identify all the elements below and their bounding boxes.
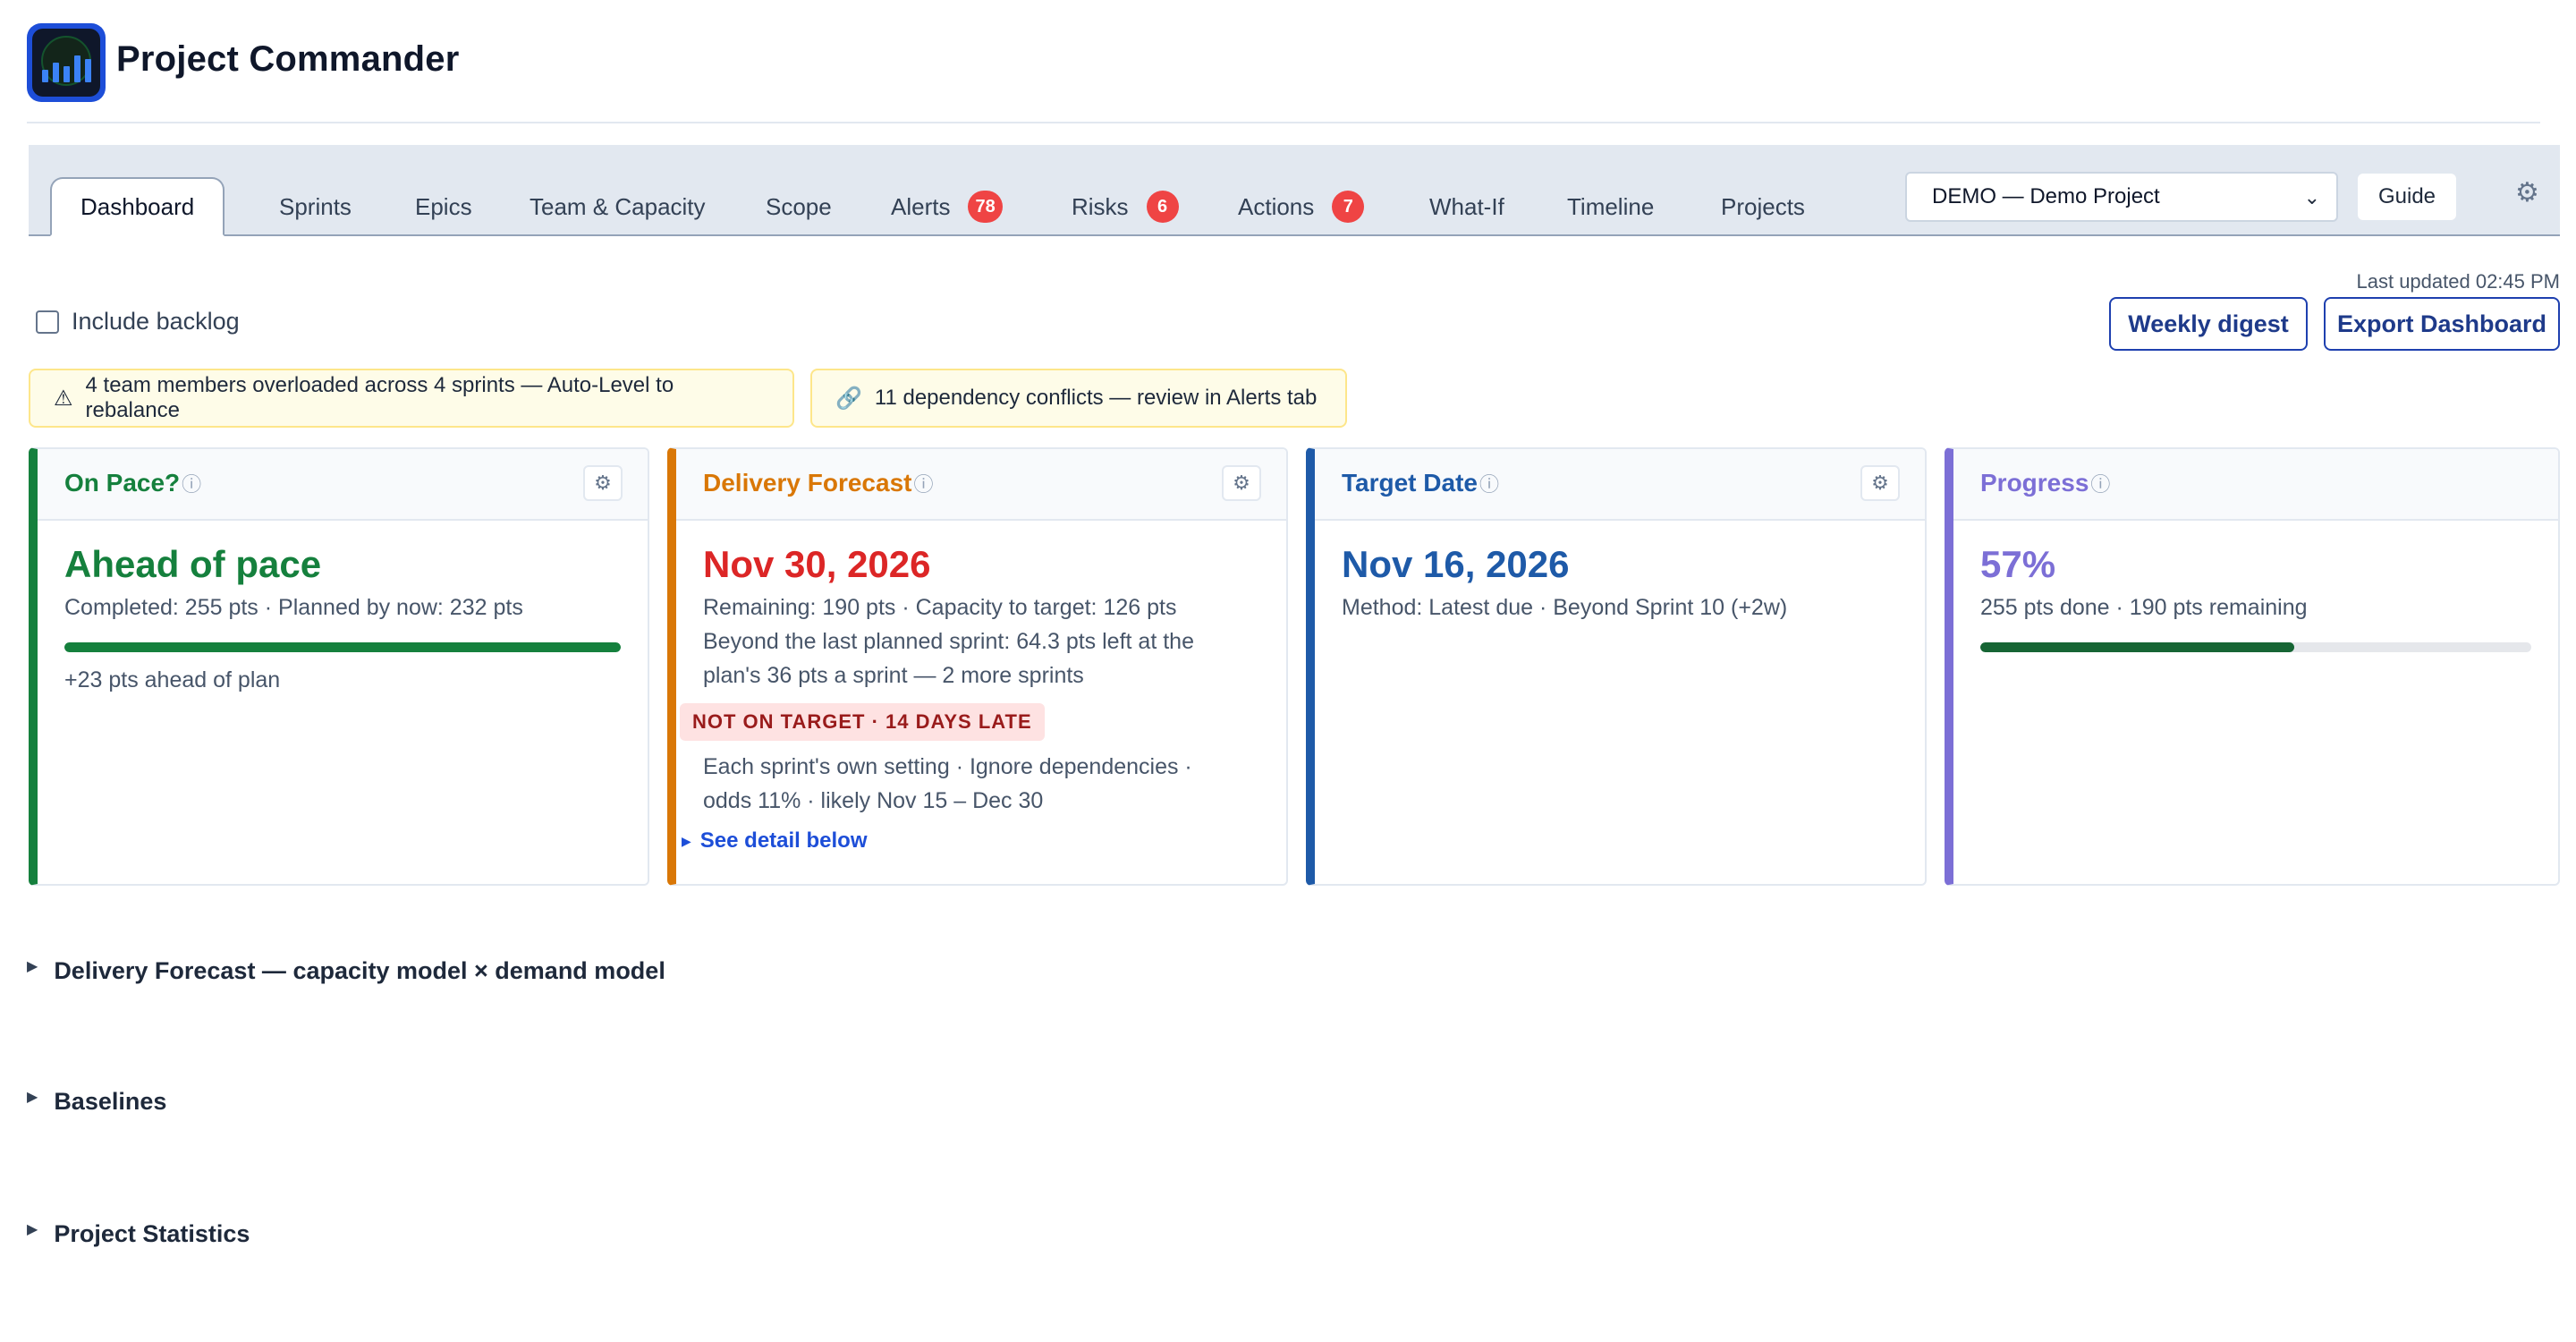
- card-settings-gear-icon[interactable]: ⚙: [1860, 465, 1900, 501]
- link-icon: 🔗: [835, 386, 862, 411]
- tab-projects[interactable]: Projects: [1719, 177, 1807, 236]
- expand-triangle-icon: ▶: [682, 833, 691, 848]
- actions-count-badge: 7: [1332, 191, 1365, 223]
- risks-count-badge: 6: [1146, 191, 1179, 223]
- banner-text: 4 team members overloaded across 4 sprin…: [85, 373, 674, 422]
- card-title: Target Dateⓘ: [1342, 469, 1499, 497]
- banner-text: 11 dependency conflicts — review in Aler…: [874, 386, 1318, 410]
- tab-scope[interactable]: Scope: [764, 177, 834, 236]
- forecast-detail-line: plan's 36 pts a sprint — 2 more sprints: [703, 663, 1084, 688]
- tab-label: Risks: [1072, 192, 1129, 220]
- tab-label: What-If: [1429, 192, 1504, 220]
- pace-progress-fill: [64, 642, 621, 652]
- target-date: Nov 16, 2026: [1342, 543, 1570, 585]
- forecast-settings-line: odds 11% · likely Nov 15 – Dec 30: [703, 788, 1044, 813]
- expand-triangle-icon: ▶: [27, 1089, 38, 1105]
- app-header: Project Commander: [27, 21, 2540, 123]
- app-title: Project Commander: [116, 39, 460, 79]
- tab-actions[interactable]: Actions 7: [1236, 177, 1366, 236]
- progress-card: Progressⓘ 57% 255 pts done · 190 pts rem…: [1945, 447, 2560, 886]
- chevron-down-icon: ⌄: [2303, 186, 2320, 208]
- pace-note: +23 pts ahead of plan: [64, 667, 281, 692]
- pace-summary: Completed: 255 pts · Planned by now: 232…: [64, 595, 523, 620]
- delivery-forecast-card: Delivery Forecastⓘ ⚙ Nov 30, 2026 Remain…: [667, 447, 1288, 886]
- tab-label: Projects: [1721, 192, 1805, 220]
- card-header: Progressⓘ: [1953, 449, 2558, 521]
- project-select[interactable]: DEMO — Demo Project ⌄: [1905, 172, 2338, 222]
- tab-risks[interactable]: Risks 6: [1070, 177, 1181, 236]
- tab-label: Sprints: [279, 192, 352, 220]
- include-backlog-checkbox[interactable]: [36, 310, 59, 334]
- see-detail-link[interactable]: ▶ See detail below: [682, 828, 1259, 854]
- tab-label: Alerts: [891, 192, 951, 220]
- guide-button[interactable]: Guide: [2356, 172, 2458, 222]
- tab-alerts[interactable]: Alerts 78: [889, 177, 1004, 236]
- card-header: On Pace?ⓘ ⚙: [38, 449, 648, 521]
- info-icon[interactable]: ⓘ: [913, 473, 933, 496]
- progress-fill: [1980, 642, 2295, 652]
- card-settings-gear-icon[interactable]: ⚙: [1222, 465, 1261, 501]
- warning-icon: ⚠: [54, 386, 73, 411]
- tab-label: Scope: [766, 192, 832, 220]
- project-select-value: DEMO — Demo Project: [1932, 184, 2160, 208]
- card-header: Delivery Forecastⓘ ⚙: [676, 449, 1286, 521]
- app-logo-icon: [27, 23, 106, 102]
- status-badge: NOT ON TARGET · 14 DAYS LATE: [680, 703, 1045, 741]
- weekly-digest-button[interactable]: Weekly digest: [2109, 297, 2308, 351]
- card-title: Delivery Forecastⓘ: [703, 469, 934, 497]
- expand-triangle-icon: ▶: [27, 1221, 38, 1237]
- forecast-detail-line: Beyond the last planned sprint: 64.3 pts…: [703, 629, 1194, 654]
- tab-label: Actions: [1238, 192, 1315, 220]
- expand-triangle-icon: ▶: [27, 958, 38, 974]
- forecast-date: Nov 30, 2026: [703, 543, 931, 585]
- target-method: Method: Latest due · Beyond Sprint 10 (+…: [1342, 595, 1788, 620]
- card-settings-gear-icon[interactable]: ⚙: [583, 465, 623, 501]
- forecast-settings-line: Each sprint's own setting · Ignore depen…: [703, 754, 1192, 779]
- tab-dashboard[interactable]: Dashboard: [50, 177, 225, 236]
- info-icon[interactable]: ⓘ: [1479, 473, 1499, 496]
- section-title: Delivery Forecast — capacity model × dem…: [54, 957, 665, 984]
- tab-label: Timeline: [1567, 192, 1655, 220]
- info-icon[interactable]: ⓘ: [2090, 473, 2110, 496]
- progress-summary: 255 pts done · 190 pts remaining: [1980, 595, 2308, 620]
- card-title: Progressⓘ: [1980, 469, 2111, 497]
- tab-sprints[interactable]: Sprints: [277, 177, 353, 236]
- tab-label: Epics: [415, 192, 472, 220]
- tab-label: Team & Capacity: [530, 192, 706, 220]
- include-backlog-toggle[interactable]: Include backlog: [36, 308, 240, 336]
- progress-bar: [1980, 642, 2531, 652]
- progress-percent: 57%: [1980, 543, 2056, 585]
- export-dashboard-button[interactable]: Export Dashboard: [2324, 297, 2560, 351]
- card-title: On Pace?ⓘ: [64, 469, 202, 497]
- info-icon[interactable]: ⓘ: [182, 473, 201, 496]
- settings-gear-icon[interactable]: ⚙: [2515, 177, 2539, 208]
- overload-warning-banner[interactable]: ⚠ 4 team members overloaded across 4 spr…: [29, 369, 794, 428]
- pace-headline: Ahead of pace: [64, 543, 322, 585]
- tab-epics[interactable]: Epics: [413, 177, 474, 236]
- section-delivery-forecast[interactable]: ▶ Delivery Forecast — capacity model × d…: [27, 957, 665, 985]
- section-baselines[interactable]: ▶ Baselines: [27, 1088, 166, 1116]
- target-date-card: Target Dateⓘ ⚙ Nov 16, 2026 Method: Late…: [1306, 447, 1927, 886]
- alerts-count-badge: 78: [968, 191, 1003, 223]
- dependency-conflicts-banner[interactable]: 🔗 11 dependency conflicts — review in Al…: [810, 369, 1347, 428]
- forecast-remaining: Remaining: 190 pts · Capacity to target:…: [703, 595, 1177, 620]
- see-detail-label: See detail below: [699, 828, 868, 853]
- tab-what-if[interactable]: What-If: [1428, 177, 1506, 236]
- tab-team-capacity[interactable]: Team & Capacity: [528, 177, 708, 236]
- card-header: Target Dateⓘ ⚙: [1315, 449, 1925, 521]
- section-title: Project Statistics: [54, 1220, 250, 1247]
- tab-bar: Dashboard Sprints Epics Team & Capacity …: [29, 145, 2560, 236]
- section-project-statistics[interactable]: ▶ Project Statistics: [27, 1220, 250, 1248]
- on-pace-card: On Pace?ⓘ ⚙ Ahead of pace Completed: 255…: [29, 447, 649, 886]
- section-title: Baselines: [54, 1088, 167, 1115]
- last-updated: Last updated 02:45 PM: [2356, 270, 2561, 293]
- tab-label: Dashboard: [80, 192, 195, 220]
- tab-timeline[interactable]: Timeline: [1565, 177, 1656, 236]
- include-backlog-label: Include backlog: [72, 308, 240, 335]
- pace-progress-bar: [64, 642, 621, 652]
